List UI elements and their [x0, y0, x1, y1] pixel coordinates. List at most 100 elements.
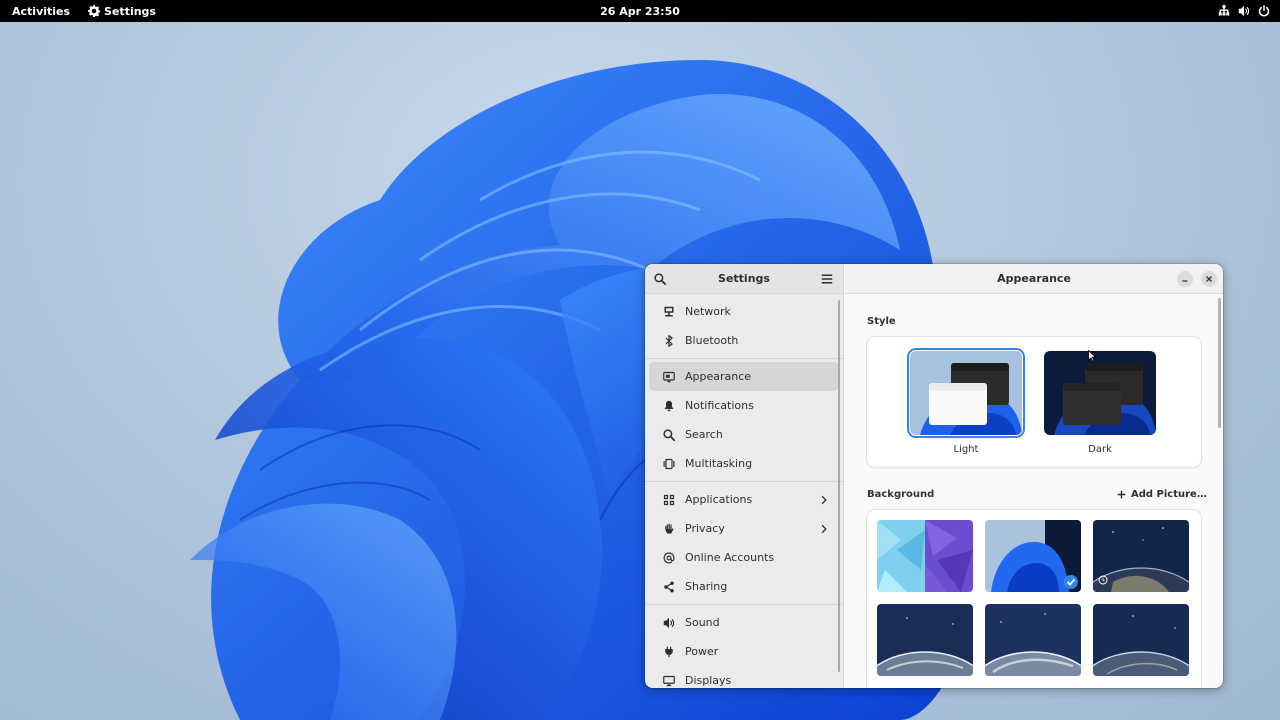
sidebar-item-online-accounts[interactable]: Online Accounts	[649, 543, 839, 572]
share-icon	[664, 581, 674, 592]
sidebar-header: Settings	[645, 264, 843, 294]
sidebar-item-label: Privacy	[685, 522, 725, 535]
chevron-right-icon	[821, 524, 827, 533]
panel-title: Appearance	[997, 272, 1071, 285]
style-section-label: Style	[867, 316, 896, 327]
background-section-label: Background	[867, 489, 935, 500]
search-button[interactable]	[648, 267, 672, 291]
system-tray[interactable]	[1218, 5, 1280, 17]
dark-style-thumbnail	[1044, 351, 1156, 435]
sidebar-item-label: Search	[685, 428, 723, 441]
sidebar-item-label: Network	[685, 305, 731, 318]
power-plug-icon	[665, 646, 673, 657]
sidebar-item-label: Power	[685, 645, 719, 658]
activities-button[interactable]: Activities	[0, 5, 82, 18]
style-option-label: Dark	[1088, 444, 1112, 455]
sidebar-item-search[interactable]: Search	[649, 420, 839, 449]
light-preview-image	[910, 351, 1022, 435]
sidebar-title: Settings	[718, 272, 770, 285]
sidebar-item-label: Displays	[685, 674, 732, 687]
search-icon	[654, 272, 666, 285]
sidebar-item-label: Sound	[685, 616, 720, 629]
sidebar-item-notifications[interactable]: Notifications	[649, 391, 839, 420]
earth-clouds-wallpaper-image	[985, 604, 1081, 676]
triangles-wallpaper-image	[877, 520, 973, 592]
power-icon[interactable]	[1258, 5, 1270, 17]
background-thumbnail-selected[interactable]	[985, 520, 1081, 592]
dark-preview-image	[1044, 351, 1156, 435]
nav-group-connectivity: Network Bluetooth	[645, 294, 843, 358]
display-icon	[663, 675, 675, 686]
nav-group-apps: Applications Privacy Online Accounts Sha…	[645, 481, 843, 604]
minimize-icon	[1182, 279, 1188, 282]
sidebar-item-displays[interactable]: Displays	[649, 666, 839, 688]
nav-group-desktop: Appearance Notifications Search Multitas…	[645, 358, 843, 481]
sidebar-item-label: Bluetooth	[685, 334, 739, 347]
background-thumbnail[interactable]	[1093, 604, 1189, 676]
style-card: Light Dark	[867, 337, 1201, 467]
style-option-label: Light	[953, 444, 979, 455]
sidebar-item-bluetooth[interactable]: Bluetooth	[649, 326, 839, 355]
multitasking-icon	[663, 458, 675, 469]
background-card	[867, 510, 1201, 688]
earth-wallpaper-image	[877, 604, 973, 676]
bluetooth-icon	[665, 334, 673, 347]
sidebar-item-multitasking[interactable]: Multitasking	[649, 449, 839, 478]
close-button[interactable]	[1201, 270, 1217, 287]
chevron-right-icon	[821, 495, 827, 504]
nav-group-hardware: Sound Power Displays	[645, 604, 843, 688]
sidebar-item-label: Notifications	[685, 399, 754, 412]
content-header: Appearance	[845, 264, 1223, 294]
bell-icon	[664, 400, 674, 411]
sidebar-item-label: Sharing	[685, 580, 728, 593]
sidebar-item-label: Online Accounts	[685, 551, 775, 564]
sidebar-item-appearance[interactable]: Appearance	[649, 362, 839, 391]
at-icon	[663, 551, 675, 563]
background-thumbnail[interactable]	[1093, 520, 1189, 592]
sidebar-item-applications[interactable]: Applications	[649, 485, 839, 514]
plus-icon	[1117, 490, 1126, 499]
background-thumbnail[interactable]	[877, 520, 973, 592]
sidebar-item-privacy[interactable]: Privacy	[649, 514, 839, 543]
sidebar-item-sharing[interactable]: Sharing	[649, 572, 839, 601]
search-icon	[663, 428, 675, 441]
sidebar: Settings Network Bluetooth Appearance No…	[645, 264, 844, 688]
light-style-thumbnail	[907, 348, 1025, 438]
sidebar-item-sound[interactable]: Sound	[649, 608, 839, 637]
sidebar-nav: Network Bluetooth Appearance Notificatio…	[645, 294, 843, 688]
bloom-wallpaper-image	[985, 520, 1081, 592]
grid-icon	[663, 494, 675, 505]
settings-window: Settings Network Bluetooth Appearance No…	[645, 264, 1223, 688]
style-option-dark[interactable]: Dark	[1044, 351, 1156, 455]
hand-icon	[665, 523, 674, 533]
sidebar-scrollbar[interactable]	[838, 300, 840, 672]
sidebar-item-power[interactable]: Power	[649, 637, 839, 666]
mouse-pointer-icon	[1088, 350, 1096, 362]
sidebar-item-label: Appearance	[685, 370, 752, 383]
add-picture-label: Add Picture…	[1131, 489, 1207, 500]
add-picture-button[interactable]: Add Picture…	[1117, 489, 1207, 500]
earth-dusk-wallpaper-image	[1093, 604, 1189, 676]
app-menu-label: Settings	[104, 4, 156, 18]
appearance-panel: Appearance Style Light Dark Background A…	[845, 264, 1223, 688]
app-menu[interactable]: Settings	[82, 5, 162, 18]
style-option-light[interactable]: Light	[907, 348, 1025, 455]
minimize-button[interactable]	[1177, 270, 1193, 287]
top-bar: Activities Settings 26 Apr 23:50	[0, 0, 1280, 22]
clock[interactable]: 26 Apr 23:50	[600, 5, 680, 18]
sidebar-item-network[interactable]: Network	[649, 297, 839, 326]
sidebar-item-label: Applications	[685, 493, 753, 506]
background-thumbnail[interactable]	[985, 604, 1081, 676]
network-icon	[664, 306, 674, 316]
content-scrollbar[interactable]	[1218, 298, 1221, 428]
earth-night-wallpaper-image	[1093, 520, 1189, 592]
volume-icon[interactable]	[1238, 5, 1250, 17]
gear-icon	[88, 5, 101, 17]
close-icon	[1206, 275, 1212, 282]
speaker-icon	[663, 617, 675, 628]
main-menu-button[interactable]	[815, 267, 839, 291]
background-thumbnail[interactable]	[877, 604, 973, 676]
network-wired-icon[interactable]	[1218, 5, 1230, 17]
appearance-icon	[663, 371, 675, 382]
hamburger-icon	[821, 274, 833, 283]
